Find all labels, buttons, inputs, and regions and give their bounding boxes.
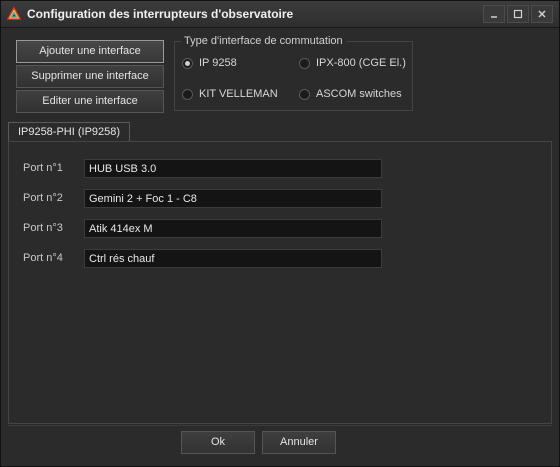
radio-indicator <box>182 57 193 69</box>
radio-label: KIT VELLEMAN <box>199 88 278 100</box>
minimize-button[interactable] <box>483 5 505 23</box>
radio-label: IP 9258 <box>199 57 237 69</box>
radio-indicator <box>182 88 193 100</box>
port-row-1: Port n°1 <box>9 159 551 179</box>
interface-type-legend: Type d'interface de commutation <box>181 35 346 47</box>
radio-ascom-switches[interactable]: ASCOM switches <box>299 88 402 100</box>
port-row-2: Port n°2 <box>9 189 551 209</box>
close-button[interactable] <box>531 5 553 23</box>
dialog-window: Configuration des interrupteurs d'observ… <box>0 0 560 467</box>
tab-ip9258-phi[interactable]: IP9258-PHI (IP9258) <box>8 122 130 142</box>
cancel-button[interactable]: Annuler <box>262 431 336 454</box>
maximize-icon <box>513 9 523 19</box>
window-controls <box>483 5 553 23</box>
port-row-4: Port n°4 <box>9 249 551 269</box>
remove-interface-button[interactable]: Supprimer une interface <box>16 65 164 88</box>
port-label: Port n°3 <box>23 222 63 234</box>
port-4-field[interactable] <box>84 249 382 268</box>
ok-button[interactable]: Ok <box>181 431 255 454</box>
port-2-field[interactable] <box>84 189 382 208</box>
close-icon <box>538 10 546 18</box>
maximize-button[interactable] <box>507 5 529 23</box>
tab-panel: Port n°1 Port n°2 Port n°3 Port n°4 <box>8 141 552 424</box>
port-label: Port n°2 <box>23 192 63 204</box>
minimize-icon <box>491 16 497 18</box>
radio-ip9258[interactable]: IP 9258 <box>182 57 237 69</box>
port-row-3: Port n°3 <box>9 219 551 239</box>
port-1-field[interactable] <box>84 159 382 178</box>
radio-label: ASCOM switches <box>316 88 402 100</box>
radio-label: IPX-800 (CGE El.) <box>316 57 406 69</box>
radio-kit-velleman[interactable]: KIT VELLEMAN <box>182 88 278 100</box>
port-label: Port n°4 <box>23 252 63 264</box>
interface-type-group: Type d'interface de commutation IP 9258 … <box>174 35 413 111</box>
window-title: Configuration des interrupteurs d'observ… <box>27 7 294 21</box>
rainbow-triangle-icon <box>7 7 21 20</box>
edit-interface-button[interactable]: Editer une interface <box>16 90 164 113</box>
radio-indicator <box>299 57 310 69</box>
footer-divider <box>8 425 552 426</box>
radio-ipx800[interactable]: IPX-800 (CGE El.) <box>299 57 406 69</box>
radio-indicator <box>299 88 310 100</box>
port-3-field[interactable] <box>84 219 382 238</box>
title-bar[interactable]: Configuration des interrupteurs d'observ… <box>1 1 559 28</box>
add-interface-button[interactable]: Ajouter une interface <box>16 40 164 63</box>
port-label: Port n°1 <box>23 162 63 174</box>
